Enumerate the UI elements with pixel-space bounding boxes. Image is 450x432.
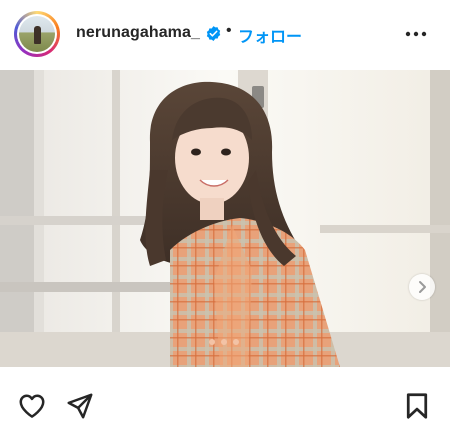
carousel-next-button[interactable] [409,274,435,300]
avatar-frame [17,14,57,54]
paper-plane-icon[interactable] [65,391,95,421]
bookmark-icon[interactable] [402,391,432,421]
separator-dot: • [226,22,232,39]
verified-badge-icon [206,26,221,41]
post-photo[interactable] [0,70,450,367]
profile-avatar[interactable] [14,11,60,57]
photo-illustration [0,70,450,367]
follow-button[interactable]: フォロー [238,23,302,47]
post-header: nerunagahama_ • フォロー [0,0,450,68]
username-link[interactable]: nerunagahama_ [76,24,200,42]
post-actions [0,380,450,428]
more-options-icon[interactable] [402,24,430,44]
chevron-right-icon [419,281,426,293]
heart-icon[interactable] [17,391,47,421]
avatar-image [19,16,55,52]
avatar-figure [34,26,41,44]
